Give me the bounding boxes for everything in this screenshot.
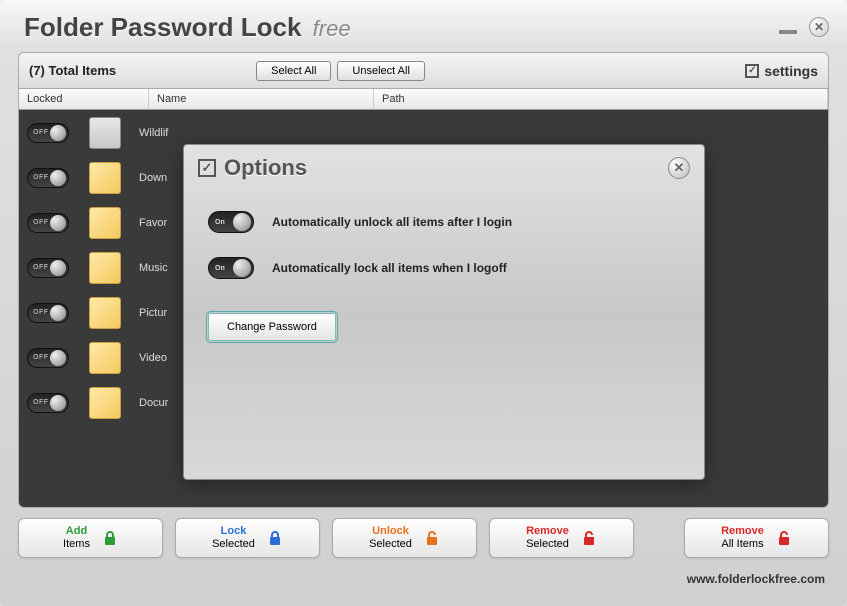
lock-toggle[interactable]: OFF: [27, 123, 69, 143]
unlock-selected-button[interactable]: UnlockSelected: [332, 518, 477, 558]
lock-toggle[interactable]: OFF: [27, 303, 69, 323]
folder-icon: [89, 297, 121, 329]
row-name: Docur: [139, 397, 168, 409]
dialog-body: On Automatically unlock all items after …: [184, 191, 704, 361]
toggle-knob: [50, 350, 66, 366]
row-name: Wildlif: [139, 127, 168, 139]
option-auto-unlock: On Automatically unlock all items after …: [208, 211, 680, 233]
folder-icon: [89, 387, 121, 419]
settings-button[interactable]: ✓ settings: [745, 63, 818, 79]
folder-icon: [89, 252, 121, 284]
check-icon: ✓: [198, 159, 216, 177]
row-name: Music: [139, 262, 168, 274]
titlebar: Folder Password Lock free ✕: [0, 0, 847, 52]
lock-toggle[interactable]: OFF: [27, 348, 69, 368]
lock-toggle[interactable]: OFF: [27, 213, 69, 233]
wmv-icon: [89, 117, 121, 149]
lock-toggle[interactable]: OFF: [27, 258, 69, 278]
lock-toggle[interactable]: OFF: [27, 393, 69, 413]
row-name: Video: [139, 352, 167, 364]
unlock-removeall-icon: [776, 530, 792, 546]
remove-all-button[interactable]: RemoveAll Items: [684, 518, 829, 558]
select-all-button[interactable]: Select All: [256, 61, 331, 81]
lock-icon: [267, 530, 283, 546]
unselect-all-button[interactable]: Unselect All: [337, 61, 424, 81]
auto-lock-toggle[interactable]: On: [208, 257, 254, 279]
unlock-remove-icon: [581, 530, 597, 546]
dialog-close-icon[interactable]: ✕: [668, 157, 690, 179]
column-name[interactable]: Name: [149, 89, 374, 109]
total-items-label: (7) Total Items: [29, 63, 116, 78]
row-name: Down: [139, 172, 167, 184]
dialog-title: ✓ Options: [198, 155, 307, 181]
auto-unlock-label: Automatically unlock all items after I l…: [272, 215, 512, 229]
lock-selected-button[interactable]: LockSelected: [175, 518, 320, 558]
toggle-knob: [50, 215, 66, 231]
app-window: Folder Password Lock free ✕ (7) Total It…: [0, 0, 847, 606]
toggle-knob: [50, 395, 66, 411]
row-name: Favor: [139, 217, 167, 229]
column-path[interactable]: Path: [374, 89, 828, 109]
option-auto-lock: On Automatically lock all items when I l…: [208, 257, 680, 279]
toggle-knob: [233, 259, 251, 277]
remove-selected-button[interactable]: RemoveSelected: [489, 518, 634, 558]
bottom-actions: AddItems LockSelected UnlockSelected Rem…: [0, 508, 847, 568]
app-title: Folder Password Lock free: [24, 12, 351, 43]
add-items-button[interactable]: AddItems: [18, 518, 163, 558]
dialog-header: ✓ Options ✕: [184, 145, 704, 191]
toggle-knob: [233, 213, 251, 231]
change-password-button[interactable]: Change Password: [208, 313, 336, 341]
options-dialog: ✓ Options ✕ On Automatically unlock all …: [183, 144, 705, 480]
lock-toggle[interactable]: OFF: [27, 168, 69, 188]
folder-icon: [89, 207, 121, 239]
toggle-knob: [50, 305, 66, 321]
footer: www.folderlockfree.com: [0, 568, 847, 594]
toolbar-buttons: Select All Unselect All: [256, 61, 425, 81]
folder-icon: [89, 342, 121, 374]
app-edition: free: [313, 16, 351, 41]
folder-icon: [89, 162, 121, 194]
auto-unlock-toggle[interactable]: On: [208, 211, 254, 233]
toolbar: (7) Total Items Select All Unselect All …: [19, 53, 828, 89]
lock-add-icon: [102, 530, 118, 546]
toggle-knob: [50, 170, 66, 186]
settings-label: settings: [764, 63, 818, 79]
unlock-icon: [424, 530, 440, 546]
minimize-icon[interactable]: [779, 30, 797, 34]
check-icon: ✓: [745, 64, 759, 78]
auto-lock-label: Automatically lock all items when I logo…: [272, 261, 507, 275]
row-name: Pictur: [139, 307, 167, 319]
footer-url[interactable]: www.folderlockfree.com: [687, 572, 825, 586]
table-header: Locked Name Path: [19, 89, 828, 110]
window-controls: ✕: [779, 17, 829, 37]
column-locked[interactable]: Locked: [19, 89, 149, 109]
toggle-knob: [50, 125, 66, 141]
app-name: Folder Password Lock: [24, 12, 301, 42]
close-icon[interactable]: ✕: [809, 17, 829, 37]
toggle-knob: [50, 260, 66, 276]
